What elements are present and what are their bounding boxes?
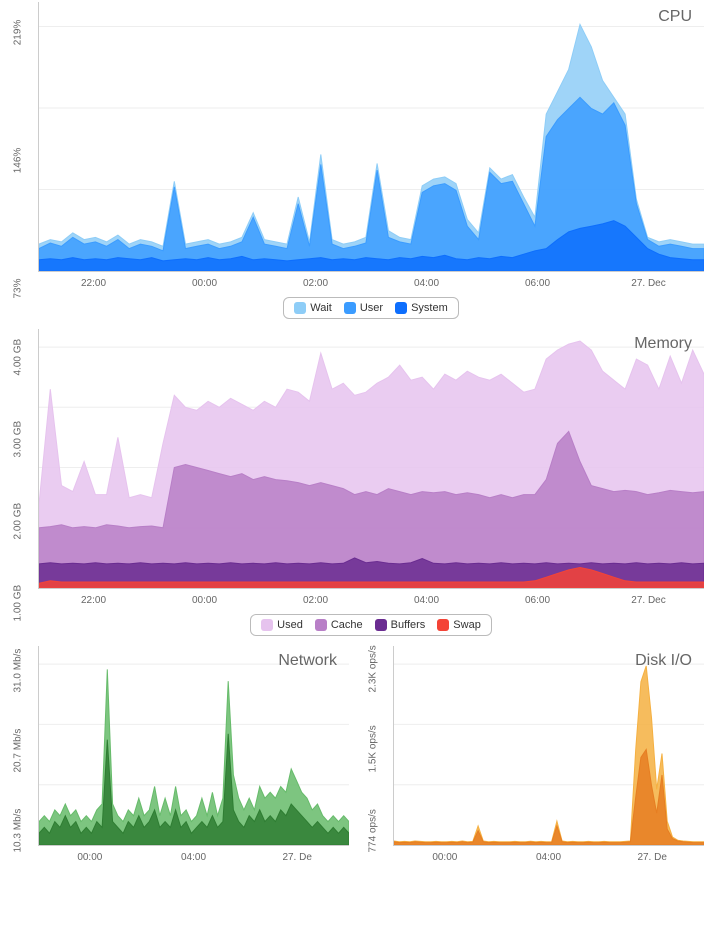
cpu-y-axis: 219% 146% 73% bbox=[2, 2, 38, 319]
x-tick: 02:00 bbox=[260, 595, 371, 606]
network-plot-area[interactable] bbox=[38, 646, 349, 846]
swatch-icon bbox=[261, 619, 273, 631]
swatch-icon bbox=[315, 619, 327, 631]
legend-label: Swap bbox=[453, 619, 481, 631]
dashboard: CPU 219% 146% 73% 22:00 00:00 02:00 04:0… bbox=[0, 0, 706, 869]
x-tick: 04:00 bbox=[371, 595, 482, 606]
legend-item-user[interactable]: User bbox=[344, 302, 383, 314]
memory-legend: Used Cache Buffers Swap bbox=[250, 614, 492, 636]
x-tick: 04:00 bbox=[142, 852, 246, 863]
y-tick: 2.3K ops/s bbox=[368, 661, 379, 693]
x-tick: 04:00 bbox=[371, 278, 482, 289]
memory-plot-area[interactable] bbox=[38, 329, 704, 589]
cpu-chart-title: CPU bbox=[658, 8, 692, 26]
legend-item-buffers[interactable]: Buffers bbox=[375, 619, 426, 631]
legend-label: User bbox=[360, 302, 383, 314]
y-tick: 146% bbox=[13, 145, 24, 177]
memory-y-axis: 4.00 GB 3.00 GB 2.00 GB 1.00 GB bbox=[2, 329, 38, 636]
cpu-x-axis: 22:00 00:00 02:00 04:00 06:00 27. Dec bbox=[38, 272, 704, 293]
network-x-axis: 00:00 04:00 27. De bbox=[38, 846, 349, 867]
legend-label: Cache bbox=[331, 619, 363, 631]
y-tick: 774 ops/s bbox=[368, 821, 379, 853]
y-tick: 10.3 Mb/s bbox=[13, 821, 24, 853]
y-tick: 4.00 GB bbox=[13, 344, 24, 376]
legend-item-swap[interactable]: Swap bbox=[437, 619, 481, 631]
network-chart-title: Network bbox=[278, 652, 337, 670]
x-tick: 00:00 bbox=[393, 852, 497, 863]
disk-plot-area[interactable] bbox=[393, 646, 704, 846]
network-y-axis: 31.0 Mb/s 20.7 Mb/s 10.3 Mb/s bbox=[2, 646, 38, 867]
x-tick: 04:00 bbox=[497, 852, 601, 863]
y-tick: 1.5K ops/s bbox=[368, 741, 379, 773]
x-tick: 27. De bbox=[245, 852, 349, 863]
x-tick: 06:00 bbox=[482, 278, 593, 289]
swatch-icon bbox=[344, 302, 356, 314]
legend-item-cache[interactable]: Cache bbox=[315, 619, 363, 631]
x-tick: 00:00 bbox=[38, 852, 142, 863]
disk-x-axis: 00:00 04:00 27. De bbox=[393, 846, 704, 867]
x-tick: 00:00 bbox=[149, 595, 260, 606]
x-tick: 00:00 bbox=[149, 278, 260, 289]
x-tick: 27. Dec bbox=[593, 278, 704, 289]
swatch-icon bbox=[395, 302, 407, 314]
legend-item-system[interactable]: System bbox=[395, 302, 448, 314]
legend-item-wait[interactable]: Wait bbox=[294, 302, 332, 314]
x-tick: 27. De bbox=[600, 852, 704, 863]
y-tick: 2.00 GB bbox=[13, 508, 24, 540]
memory-x-axis: 22:00 00:00 02:00 04:00 06:00 27. Dec bbox=[38, 589, 704, 610]
y-tick: 31.0 Mb/s bbox=[13, 661, 24, 693]
x-tick: 22:00 bbox=[38, 595, 149, 606]
disk-y-axis: 2.3K ops/s 1.5K ops/s 774 ops/s bbox=[357, 646, 393, 867]
legend-label: Used bbox=[277, 619, 303, 631]
swatch-icon bbox=[375, 619, 387, 631]
x-tick: 06:00 bbox=[482, 595, 593, 606]
legend-label: System bbox=[411, 302, 448, 314]
disk-chart-title: Disk I/O bbox=[635, 652, 692, 670]
legend-label: Wait bbox=[310, 302, 332, 314]
legend-item-used[interactable]: Used bbox=[261, 619, 303, 631]
memory-chart-panel: Memory 4.00 GB 3.00 GB 2.00 GB 1.00 GB 2… bbox=[2, 329, 704, 636]
cpu-legend: Wait User System bbox=[283, 297, 459, 319]
x-tick: 27. Dec bbox=[593, 595, 704, 606]
cpu-chart-panel: CPU 219% 146% 73% 22:00 00:00 02:00 04:0… bbox=[2, 2, 704, 319]
y-tick: 73% bbox=[13, 273, 24, 305]
bottom-row: Network 31.0 Mb/s 20.7 Mb/s 10.3 Mb/s 00… bbox=[2, 646, 704, 867]
x-tick: 22:00 bbox=[38, 278, 149, 289]
swatch-icon bbox=[294, 302, 306, 314]
y-tick: 20.7 Mb/s bbox=[13, 741, 24, 773]
disk-chart-panel: Disk I/O 2.3K ops/s 1.5K ops/s 774 ops/s… bbox=[357, 646, 704, 867]
swatch-icon bbox=[437, 619, 449, 631]
y-tick: 1.00 GB bbox=[13, 590, 24, 622]
cpu-plot-area[interactable] bbox=[38, 2, 704, 272]
legend-label: Buffers bbox=[391, 619, 426, 631]
memory-chart-title: Memory bbox=[634, 335, 692, 353]
network-chart-panel: Network 31.0 Mb/s 20.7 Mb/s 10.3 Mb/s 00… bbox=[2, 646, 349, 867]
y-tick: 219% bbox=[13, 17, 24, 49]
x-tick: 02:00 bbox=[260, 278, 371, 289]
y-tick: 3.00 GB bbox=[13, 426, 24, 458]
